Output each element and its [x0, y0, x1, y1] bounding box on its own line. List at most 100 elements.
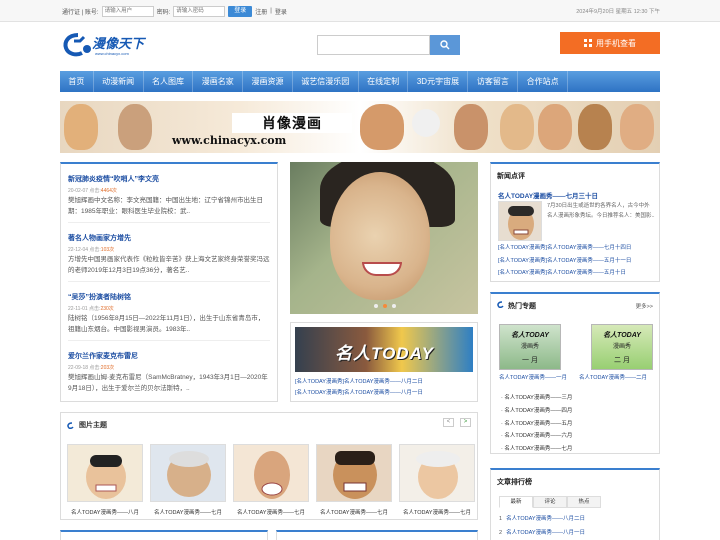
review-desc: 7月30日出生或逝世的各界名人，古今中外名人漫画形象秀坛。今日推荐名人：美国影.… [547, 203, 655, 219]
rank-list: 1 名人TODAY漫画秀——八月二日 2 名人TODAY漫画秀——八月一日 [499, 512, 585, 540]
nav-item-celebrity-gallery[interactable]: 名人图库 [144, 71, 194, 92]
gallery-thumbnail[interactable] [233, 444, 309, 502]
slide-dot[interactable] [374, 304, 378, 308]
caricature-image [254, 451, 290, 499]
card-caption[interactable]: 名人TODAY漫画秀——一月 [499, 373, 567, 381]
news-title[interactable]: 爱尔兰作家麦克布雷尼 [68, 351, 270, 361]
account-input[interactable] [101, 5, 154, 17]
list-item[interactable]: 1 名人TODAY漫画秀——八月二日 [499, 512, 585, 526]
gallery-thumbnail[interactable] [67, 444, 143, 502]
hot-list: · 名人TODAY漫画秀——三月 · 名人TODAY漫画秀——四月 · 名人TO… [501, 392, 572, 456]
news-hits-label: 点击: [89, 306, 101, 312]
rank-tabs: 最新 评论 热点 [499, 496, 601, 508]
gallery-captions: 名人TODAY漫画秀——八月 名人TODAY漫画秀——七月 名人TODAY漫画秀… [67, 508, 475, 516]
list-item[interactable]: · 名人TODAY漫画秀——五月 [501, 418, 572, 431]
logo-mark-icon [497, 301, 504, 309]
feature-slideshow[interactable] [290, 162, 478, 314]
news-title[interactable]: 新冠肺炎疫情“吹哨人”李文亮 [68, 174, 270, 184]
panel-title: 热门专题 [491, 294, 659, 311]
nav-item-news[interactable]: 动漫新闻 [94, 71, 144, 92]
next-arrow-icon[interactable]: > [460, 418, 471, 427]
gallery-thumbnail[interactable] [150, 444, 226, 502]
nav-item-custom[interactable]: 在线定制 [359, 71, 409, 92]
site-logo[interactable]: 漫像天下 www.chinacyx.com [62, 30, 152, 62]
list-item: 著名人物画家方增先 22-12-04 点击:103次 方增先中国男画家代表作《粒… [68, 223, 270, 282]
news-date: 22-12-04 [68, 247, 89, 253]
review-link[interactable]: [名人TODAY漫画秀]名人TODAY漫画秀——七月十四日 [498, 242, 631, 255]
banner-url: www.chinacyx.com [172, 134, 287, 147]
tab-comments[interactable]: 评论 [533, 496, 567, 508]
review-link[interactable]: [名人TODAY漫画秀]名人TODAY漫画秀——五月十日 [498, 267, 631, 280]
news-meta: 20-02-07 点击:4464次 [68, 187, 270, 194]
date-display: 2024年9月20日 星期五 12:30 下午 [576, 9, 660, 15]
gallery-caption[interactable]: 名人TODAY漫画秀——七月 [150, 508, 226, 516]
news-hits-label: 点击: [89, 365, 101, 371]
password-label: 密码: [156, 9, 171, 16]
today-link[interactable]: [名人TODAY漫画秀]名人TODAY漫画秀——八月二日 [295, 377, 423, 388]
news-desc: 樊旭辉画山姆·麦克布雷尼（SamMcBratney，1943年3月1日—2020… [68, 374, 268, 392]
nav-item-partners[interactable]: 合作站点 [518, 71, 569, 92]
gallery-caption[interactable]: 名人TODAY漫画秀——八月 [67, 508, 143, 516]
gallery-thumbnail[interactable] [316, 444, 392, 502]
list-item: 新冠肺炎疫情“吹哨人”李文亮 20-02-07 点击:4464次 樊旭辉画中文名… [68, 164, 270, 223]
list-item[interactable]: · 名人TODAY漫画秀——七月 [501, 443, 572, 456]
today-banner[interactable]: 名人TODAY [295, 327, 473, 372]
main-nav: 首页 动漫新闻 名人图库 漫画名家 漫画资源 诚艺信漫乐园 在线定制 3D元宇宙… [60, 71, 660, 92]
nav-item-3d[interactable]: 3D元宇宙展 [408, 71, 469, 92]
caricature-image [416, 451, 460, 499]
list-item[interactable]: · 名人TODAY漫画秀——四月 [501, 405, 572, 418]
news-hits-label: 点击: [89, 247, 101, 253]
login-label: 通行证 | 账号: [62, 9, 99, 16]
review-link[interactable]: [名人TODAY漫画秀]名人TODAY漫画秀——五月十一日 [498, 255, 631, 268]
news-title[interactable]: “吴莎”扮演者陆树铭 [68, 292, 270, 302]
news-meta: 22-09-18 点击:203次 [68, 364, 270, 371]
list-item[interactable]: · 名人TODAY漫画秀——三月 [501, 392, 572, 405]
caricature-image [118, 104, 152, 150]
gallery-caption[interactable]: 名人TODAY漫画秀——七月 [316, 508, 392, 516]
tab-hot[interactable]: 热点 [567, 496, 601, 508]
nav-item-artists[interactable]: 漫画名家 [193, 71, 244, 92]
tab-latest[interactable]: 最新 [499, 496, 533, 508]
password-input[interactable] [173, 5, 226, 17]
topic-card-february[interactable]: 名人TODAY 漫画秀 二 月 [591, 324, 653, 370]
news-title[interactable]: 著名人物画家方增先 [68, 233, 270, 243]
gallery-caption[interactable]: 名人TODAY漫画秀——七月 [233, 508, 309, 516]
signin-link[interactable]: 登录 [275, 7, 287, 16]
nav-item-park[interactable]: 诚艺信漫乐园 [293, 71, 359, 92]
search-button[interactable] [430, 35, 460, 55]
card-month: 二 月 [614, 357, 630, 364]
review-thumbnail[interactable] [498, 201, 542, 241]
prev-arrow-icon[interactable]: < [443, 418, 454, 427]
more-link[interactable]: 更多>> [636, 302, 653, 310]
review-lead[interactable]: 名人TODAY漫画秀——七月三十日 [498, 190, 598, 200]
portrait-caricature [330, 172, 430, 300]
list-item[interactable]: 2 名人TODAY漫画秀——八月一日 [499, 526, 585, 540]
image-gallery: 图片主题 < > 名人TODAY漫画秀——八月 名人TODAY漫画秀——七月 名… [60, 412, 478, 520]
slide-dot[interactable] [392, 304, 396, 308]
nav-item-resources[interactable]: 漫画资源 [243, 71, 293, 92]
news-review-panel: 新闻点评 名人TODAY漫画秀——七月三十日 7月30日出生或逝世的各界名人，古… [490, 162, 660, 282]
section-divider [276, 530, 478, 540]
card-caption[interactable]: 名人TODAY漫画秀——二月 [579, 373, 647, 381]
nav-item-home[interactable]: 首页 [60, 71, 94, 92]
caricature-image [454, 104, 488, 150]
mobile-view-button[interactable]: 用手机查看 [560, 32, 660, 54]
today-link[interactable]: [名人TODAY漫画秀]名人TODAY漫画秀——八月一日 [295, 388, 423, 399]
caricature-image [620, 104, 654, 150]
gallery-caption[interactable]: 名人TODAY漫画秀——七月 [399, 508, 475, 516]
hot-title: 热门专题 [507, 303, 536, 310]
mobile-view-label: 用手机查看 [596, 38, 636, 48]
news-date: 20-02-07 [68, 188, 89, 194]
caricature-banner[interactable]: 肖像漫画 www.chinacyx.com [60, 101, 660, 153]
login-button[interactable]: 登录 [228, 5, 253, 17]
topic-card-january[interactable]: 名人TODAY 漫画秀 一 月 [499, 324, 561, 370]
search-input[interactable] [317, 35, 430, 55]
register-link[interactable]: 注册 [255, 7, 267, 16]
today-box: 名人TODAY [名人TODAY漫画秀]名人TODAY漫画秀——八月二日 [名人… [290, 322, 478, 402]
list-item[interactable]: · 名人TODAY漫画秀——六月 [501, 430, 572, 443]
caricature-image [578, 104, 612, 150]
gallery-thumbnail[interactable] [399, 444, 475, 502]
slide-dot-active[interactable] [383, 304, 387, 308]
news-meta: 22-12-04 点击:103次 [68, 246, 270, 253]
nav-item-guestbook[interactable]: 访客留言 [468, 71, 519, 92]
